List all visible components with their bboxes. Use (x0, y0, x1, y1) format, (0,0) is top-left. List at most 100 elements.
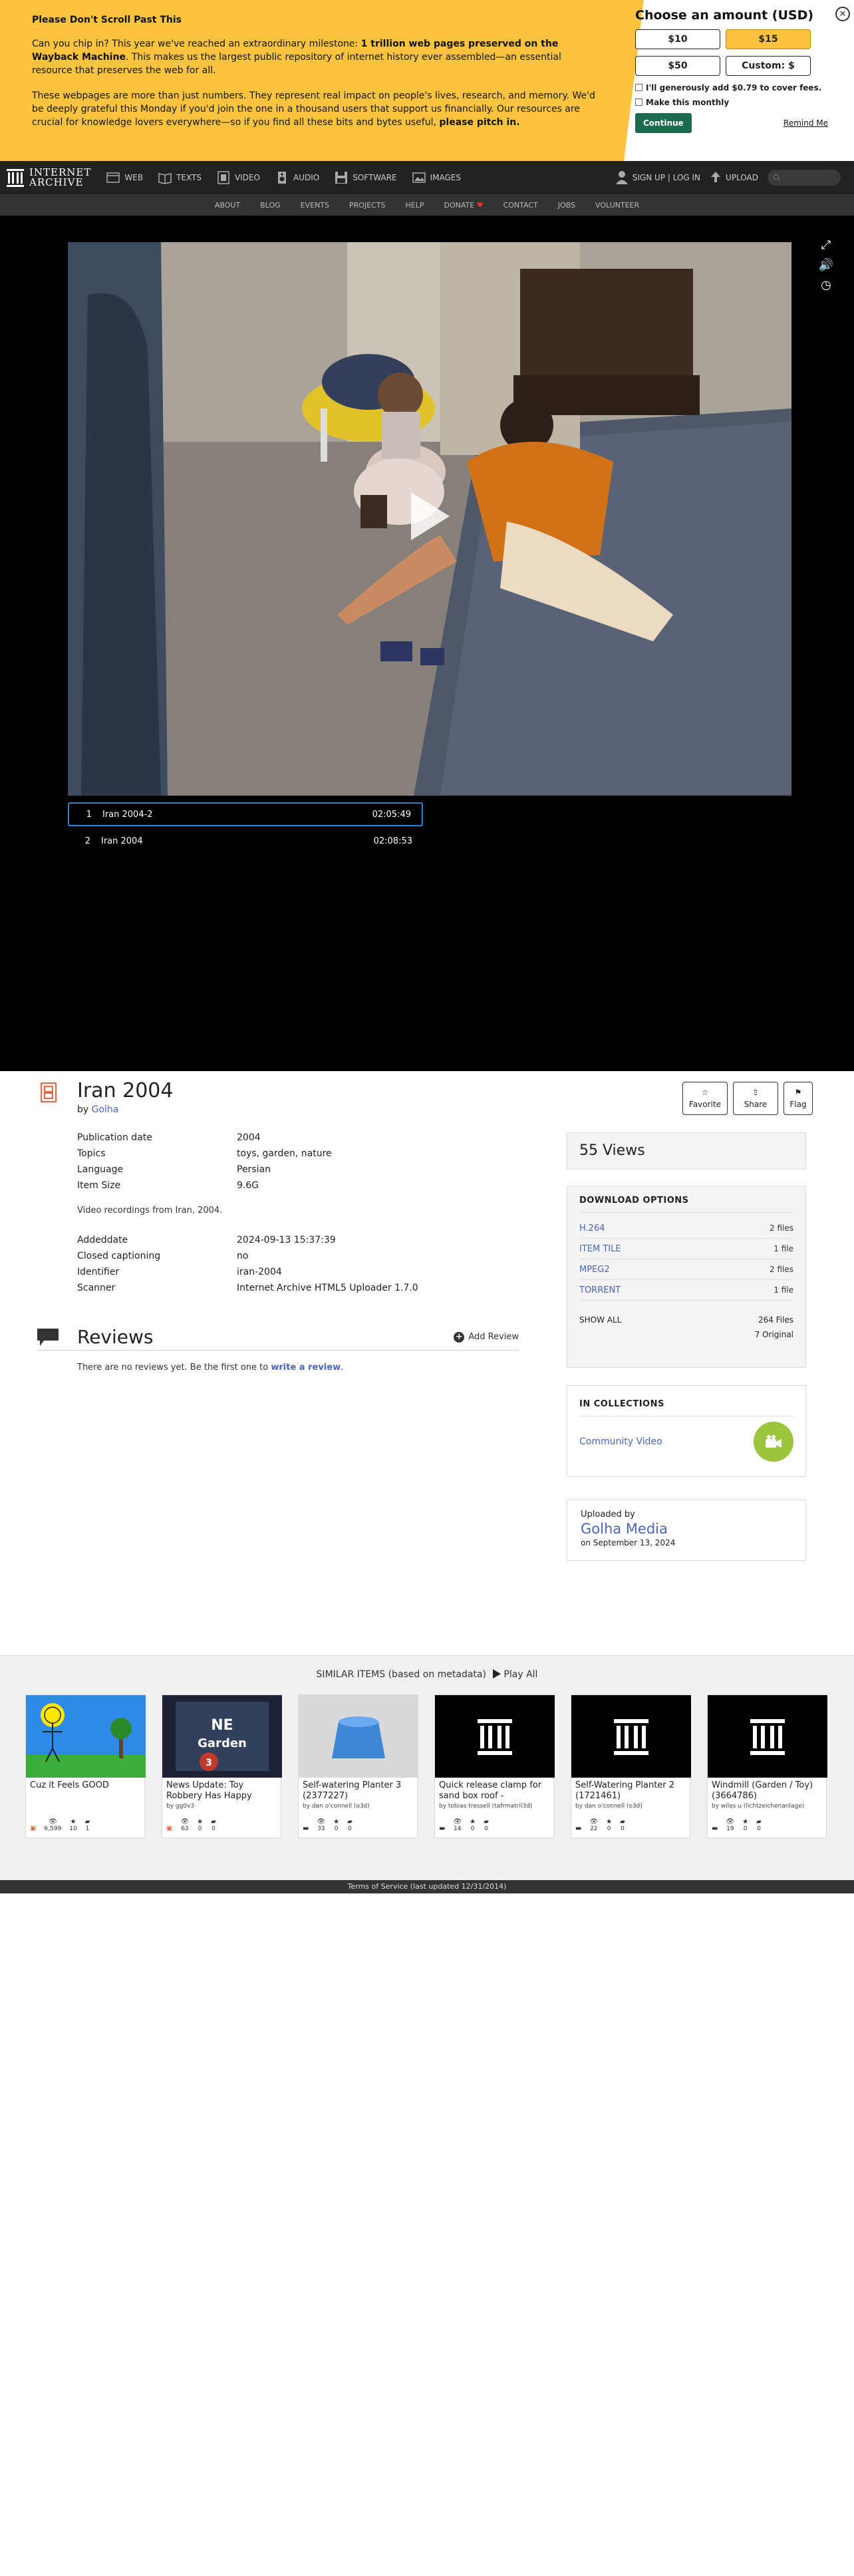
publication-date-link[interactable]: 2004 (237, 1132, 261, 1143)
download-torrent[interactable]: TORRENT (579, 1285, 621, 1295)
nav-web[interactable]: WEB (106, 170, 143, 185)
film-icon: ▣ (166, 1825, 173, 1832)
card-thumbnail (435, 1695, 555, 1778)
subnav-events[interactable]: EVENTS (301, 201, 329, 210)
volume-icon[interactable]: 🔊 (818, 257, 834, 273)
nav-software[interactable]: SOFTWARE (334, 170, 397, 185)
flag-button[interactable]: ⚑ Flag (783, 1082, 813, 1115)
star-icon: ★ 0 (742, 1818, 749, 1832)
video-camera-icon[interactable] (754, 1422, 793, 1462)
donation-form: Choose an amount (USD) $10 $15 $50 Custo… (635, 8, 828, 133)
subnav-blog[interactable]: BLOG (260, 201, 280, 210)
comment-icon: ▰ 0 (484, 1818, 489, 1832)
subnav-contact[interactable]: CONTACT (503, 201, 538, 210)
similar-card[interactable]: Self-watering Planter 3 (2377227) by dan… (298, 1694, 418, 1838)
star-icon: ★ 0 (197, 1818, 204, 1832)
collection-link[interactable]: Community Video (579, 1436, 662, 1447)
donation-paragraph-2: These webpages are more than just number… (32, 90, 595, 128)
original-files[interactable]: 7 Original (579, 1330, 793, 1339)
video-player[interactable] (68, 242, 791, 796)
amount-15-button[interactable]: $15 (726, 29, 811, 49)
nav-audio[interactable]: AUDIO (275, 170, 319, 185)
fullscreen-icon[interactable]: ⤢ (818, 237, 834, 253)
author-link[interactable]: Golha (92, 1104, 119, 1115)
internet-archive-logo[interactable]: INTERNET ARCHIVE (7, 168, 91, 188)
subnav-help[interactable]: HELP (406, 201, 424, 210)
nav-texts[interactable]: TEXTS (158, 170, 202, 185)
amount-10-button[interactable]: $10 (635, 29, 720, 49)
show-all-link[interactable]: SHOW ALL (579, 1315, 621, 1325)
plus-icon: + (454, 1331, 465, 1343)
uploader-panel: Uploaded by Golha Media on September 13,… (567, 1500, 806, 1561)
footer-terms-link[interactable]: Terms of Service (last updated 12/31/201… (0, 1880, 854, 1893)
nav-video[interactable]: VIDEO (216, 170, 260, 185)
add-review-button[interactable]: + Add Review (454, 1331, 519, 1343)
item-author: by Golha (77, 1104, 119, 1115)
donation-message: Please Don't Scroll Past This Can you ch… (32, 13, 604, 141)
download-item-tile[interactable]: ITEM TILE (579, 1244, 621, 1254)
write-review-link[interactable]: write a review (271, 1363, 341, 1372)
similar-card[interactable]: Self-Watering Planter 2 (1721461) by dan… (571, 1694, 691, 1838)
web-icon (106, 172, 120, 183)
search-input[interactable] (768, 170, 841, 186)
similar-card[interactable]: Cuz it Feels GOOD ▣ 👁 6,599 ★ 10 ▰ 1 (25, 1694, 146, 1838)
subnav-projects[interactable]: PROJECTS (349, 201, 386, 210)
close-banner-icon[interactable]: ✕ (835, 7, 850, 21)
amount-50-button[interactable]: $50 (635, 56, 720, 76)
download-h264[interactable]: H.264 (579, 1223, 605, 1233)
card-thumbnail (299, 1695, 418, 1778)
star-icon: ★ 0 (470, 1818, 476, 1832)
similar-card[interactable]: Quick release clamp for sand box roof - … (434, 1694, 555, 1838)
temple-icon (7, 169, 24, 187)
monthly-checkbox[interactable]: Make this monthly (635, 97, 828, 108)
star-icon: ★ 0 (333, 1818, 340, 1832)
subnav-donate[interactable]: DONATE ♥ (444, 201, 484, 210)
playlist-item[interactable]: 2 Iran 2004 02:08:53 (68, 829, 423, 853)
views-count: 55 Views (567, 1132, 806, 1170)
continue-button[interactable]: Continue (635, 113, 692, 133)
subnav-volunteer[interactable]: VOLUNTEER (595, 201, 639, 210)
collections-title: IN COLLECTIONS (579, 1399, 793, 1416)
play-all-link[interactable]: Play All (503, 1669, 537, 1680)
eye-icon: 👁 63 (180, 1818, 190, 1832)
donation-form-title: Choose an amount (USD) (635, 8, 814, 23)
play-icon[interactable] (411, 492, 450, 540)
subnav-about[interactable]: ABOUT (215, 201, 240, 210)
eye-icon: 👁 14 (453, 1818, 462, 1832)
eye-icon: 👁 22 (589, 1818, 599, 1832)
cover-fees-checkbox[interactable]: I'll generously add $0.79 to cover fees. (635, 82, 828, 93)
download-mpeg2[interactable]: MPEG2 (579, 1265, 610, 1275)
top-nav: INTERNET ARCHIVE WEB TEXTS VIDEO AUDIO SO… (0, 161, 854, 194)
similar-card[interactable]: Windmill (Garden / Toy) (3664786) by wil… (707, 1694, 827, 1838)
remind-me-link[interactable]: Remind Me (783, 118, 828, 128)
donation-paragraph-1: Can you chip in? This year we've reached… (32, 39, 561, 76)
similar-card[interactable]: NE Garden 3 News Update: Toy Robbery Has H… (162, 1694, 282, 1838)
play-all-icon[interactable] (493, 1669, 501, 1679)
subnav-jobs[interactable]: JOBS (558, 201, 575, 210)
donation-heading: Please Don't Scroll Past This (32, 15, 182, 25)
card-thumbnail (708, 1695, 827, 1778)
svg-text:NE: NE (211, 1717, 233, 1734)
svg-text:3: 3 (206, 1758, 212, 1768)
uploader-link[interactable]: Golha Media (581, 1521, 792, 1537)
topics-link[interactable]: toys, garden, nature (237, 1148, 332, 1159)
search-icon (773, 174, 781, 182)
star-icon: ★ 10 (69, 1818, 77, 1832)
language-link[interactable]: Persian (237, 1164, 271, 1175)
clock-icon[interactable]: ◷ (818, 277, 834, 293)
svg-text:Garden: Garden (198, 1736, 247, 1750)
eye-icon: 👁 6,599 (44, 1818, 62, 1832)
upload-link[interactable]: UPLOAD (710, 170, 758, 185)
image-icon (412, 172, 426, 183)
playlist-item[interactable]: 1 Iran 2004-2 02:05:49 (68, 802, 423, 826)
book-icon (158, 173, 172, 184)
folder-icon: ▬ (575, 1825, 582, 1832)
favorite-button[interactable]: ☆ Favorite (682, 1082, 728, 1115)
share-button[interactable]: ⇪ Share (733, 1082, 778, 1115)
folder-icon: ▬ (303, 1825, 309, 1832)
amount-custom-input[interactable]: Custom: $ (726, 56, 811, 76)
temple-icon (750, 1719, 785, 1755)
nav-images[interactable]: IMAGES (412, 170, 461, 185)
flag-icon: ⚑ (794, 1088, 802, 1097)
signin-link[interactable]: SIGN UP | LOG IN (615, 170, 700, 185)
